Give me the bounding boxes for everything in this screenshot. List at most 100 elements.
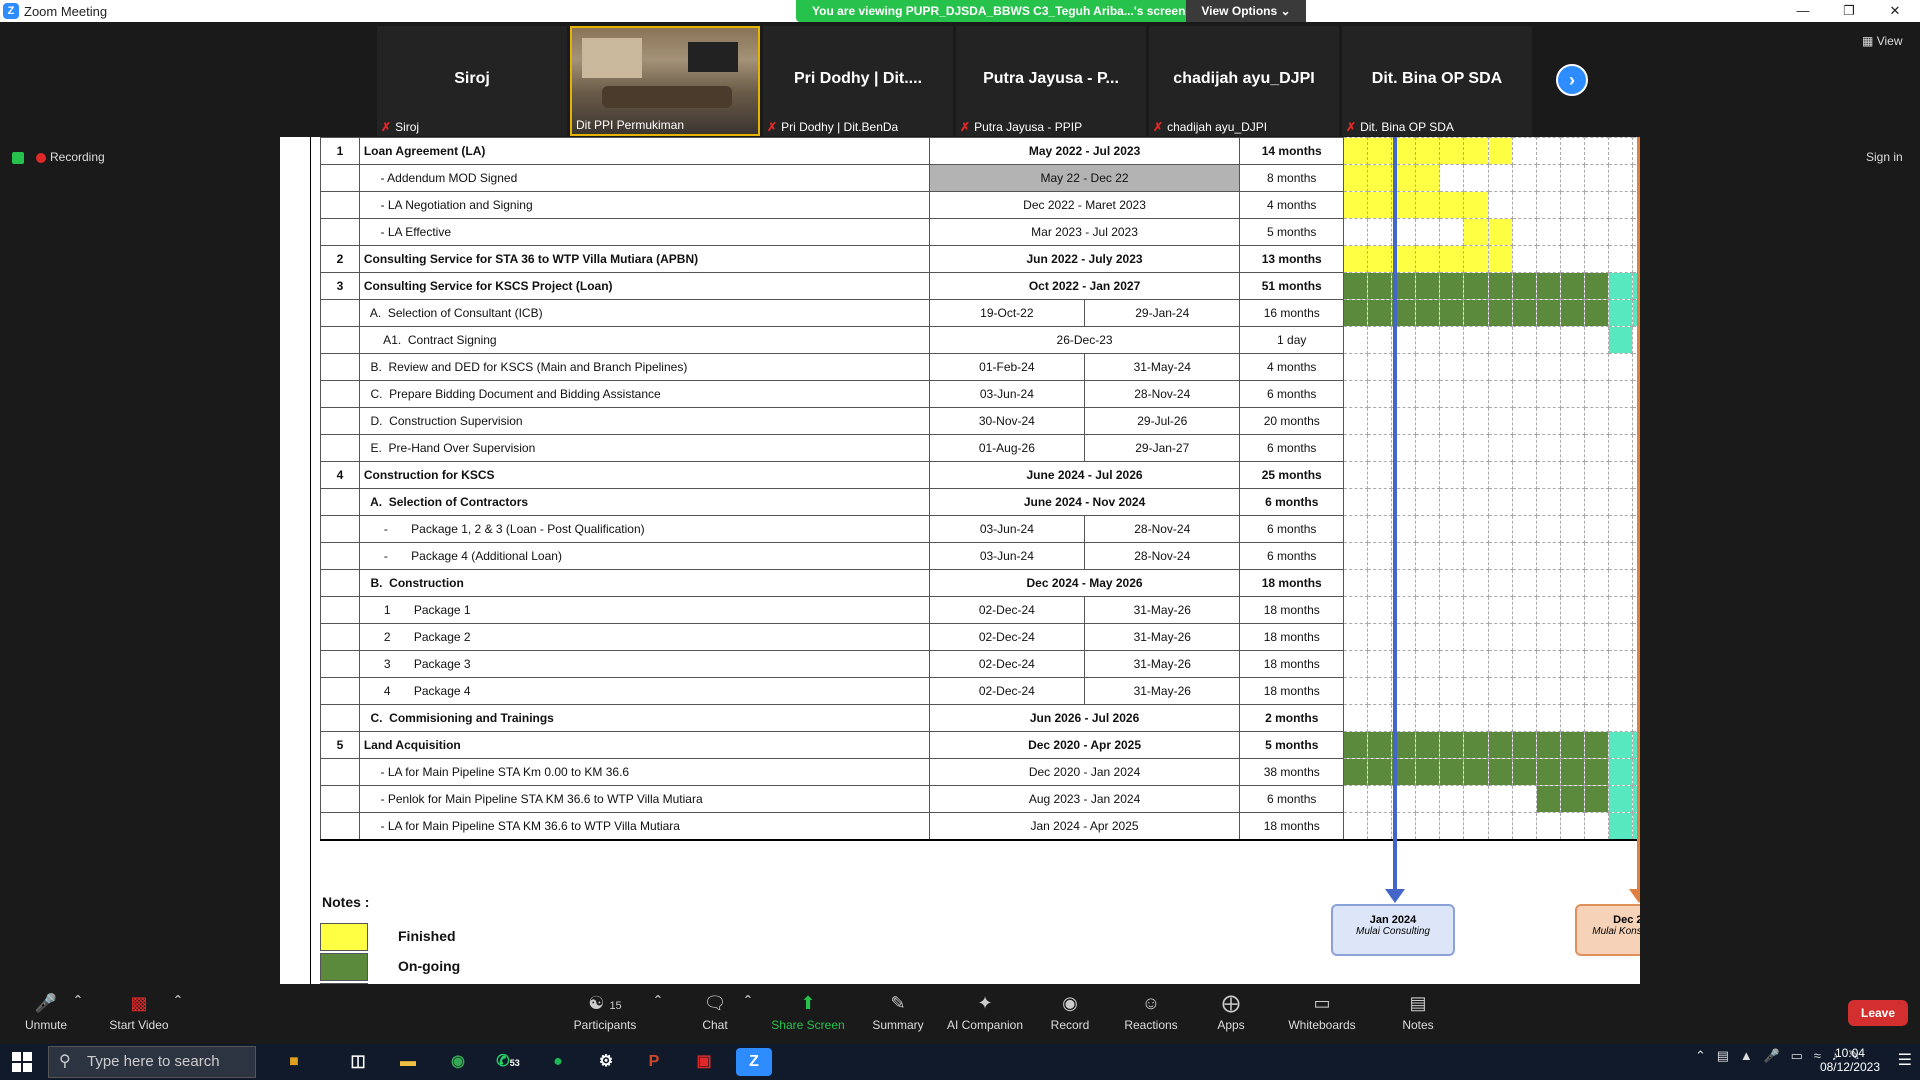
gantt-cell: [1583, 299, 1609, 327]
participants-options-chevron[interactable]: ˆ: [652, 984, 664, 1044]
gantt-cell: [1343, 569, 1369, 597]
gantt-cell: [1415, 515, 1441, 543]
taskbar-search-input[interactable]: ⚲ Type here to search: [48, 1046, 256, 1078]
restore-button[interactable]: ❐: [1826, 0, 1872, 22]
participant-name: Putra Jayusa - P...: [983, 70, 1119, 87]
unmute-button[interactable]: 🎤 Unmute: [16, 984, 76, 1044]
activity-description: B. Review and DED for KSCS (Main and Bra…: [358, 353, 930, 381]
folder-app-icon[interactable]: ■: [276, 1048, 312, 1076]
gantt-cell: [1415, 785, 1441, 813]
gantt-cell: [1487, 164, 1513, 192]
gantt-cell: [1583, 326, 1609, 354]
taskbar-clock[interactable]: 10:04 08/12/2023: [1820, 1046, 1880, 1074]
participant-tile[interactable]: Siroj ✗ Siroj: [377, 26, 567, 136]
audio-options-chevron[interactable]: ˆ: [72, 984, 84, 1044]
record-button[interactable]: ◉ Record: [1044, 984, 1096, 1044]
gantt-cell: [1559, 164, 1585, 192]
summary-button[interactable]: ✎ Summary: [866, 984, 930, 1044]
next-page-arrow-icon[interactable]: ›: [1556, 64, 1588, 96]
gantt-cell: [1415, 704, 1441, 732]
gantt-cell: [1463, 434, 1489, 462]
gantt-cell: [1511, 407, 1537, 435]
reactions-button[interactable]: ☺ Reactions: [1116, 984, 1186, 1044]
participant-tile[interactable]: Dit. Bina OP SDA ✗ Dit. Bina OP SDA: [1342, 26, 1532, 136]
view-button[interactable]: ▦ View: [1862, 34, 1902, 48]
tray-chevron-icon[interactable]: ⌃: [1695, 1048, 1706, 1063]
gantt-cell: [1559, 461, 1585, 489]
apps-button[interactable]: ⨁ Apps: [1206, 984, 1256, 1044]
gantt-cell: [1535, 650, 1561, 678]
whiteboards-button[interactable]: ▭ Whiteboards: [1282, 984, 1362, 1044]
participant-label-text: Dit PPI Permukiman: [576, 118, 685, 132]
gantt-cell: [1463, 650, 1489, 678]
schedule-row: - LA Negotiation and Signing Dec 2022 - M…: [320, 191, 1640, 219]
gantt-cell: [1583, 461, 1609, 489]
minimize-button[interactable]: —: [1780, 0, 1826, 22]
gantt-cell: [1511, 434, 1537, 462]
gantt-cell: [1535, 758, 1561, 786]
duration: 4 months: [1239, 353, 1345, 381]
duration: 5 months: [1239, 731, 1345, 759]
spotify-icon[interactable]: ●: [540, 1048, 576, 1076]
chat-button[interactable]: 🗨 Chat: [690, 984, 740, 1044]
chevron-up-icon: ˆ: [75, 993, 81, 1013]
sign-in-link[interactable]: Sign in: [1866, 150, 1903, 164]
battery-icon[interactable]: ▭: [1791, 1048, 1803, 1063]
end-date: 29-Jan-27: [1084, 434, 1241, 462]
powerpoint-icon[interactable]: P: [636, 1048, 672, 1076]
microphone-icon[interactable]: 🎤: [1764, 1048, 1780, 1063]
zoom-taskbar-icon[interactable]: Z: [736, 1048, 772, 1076]
gantt-cell: [1343, 758, 1369, 786]
activity-description: - LA Effective: [358, 218, 930, 246]
whatsapp-icon[interactable]: ✆53: [490, 1048, 526, 1076]
notes-button[interactable]: ▤ Notes: [1392, 984, 1444, 1044]
gantt-cell: [1535, 785, 1561, 813]
gantt-cell: [1583, 488, 1609, 516]
participant-tile[interactable]: Pri Dodhy | Dit.... ✗ Pri Dodhy | Dit.Ben…: [763, 26, 953, 136]
duration: 5 months: [1239, 218, 1345, 246]
share-screen-button[interactable]: ⬆ Share Screen: [768, 984, 848, 1044]
file-explorer-icon[interactable]: ▬: [390, 1048, 426, 1076]
schedule-row: - Package 1, 2 & 3 (Loan - Post Qualific…: [320, 515, 1640, 543]
leave-button[interactable]: Leave: [1848, 1000, 1908, 1026]
participant-label-text: chadijah ayu_DJPI: [1167, 120, 1268, 134]
windows-start-icon[interactable]: [12, 1052, 32, 1072]
task-view-icon[interactable]: ◫: [340, 1048, 376, 1076]
ai-companion-button[interactable]: ✦ AI Companion: [940, 984, 1030, 1044]
tray-app-icon[interactable]: ▲: [1740, 1048, 1753, 1063]
pdf-icon[interactable]: ▣: [686, 1048, 722, 1076]
gantt-cell: [1535, 245, 1561, 273]
gantt-cell: [1367, 515, 1393, 543]
gantt-cell: [1607, 623, 1633, 651]
activity-description: - LA Negotiation and Signing: [358, 191, 930, 219]
activity-description: Loan Agreement (LA): [358, 137, 930, 165]
row-number: [320, 326, 360, 354]
schedule-row: - Addendum MOD Signed May 22 - Dec 22 8 mo…: [320, 164, 1640, 192]
start-video-button[interactable]: ▩ Start Video: [102, 984, 176, 1044]
gantt-cell: [1367, 569, 1393, 597]
tray-app-icon[interactable]: ▤: [1717, 1048, 1729, 1063]
gantt-cell: [1343, 326, 1369, 354]
participant-tile[interactable]: chadijah ayu_DJPI ✗ chadijah ayu_DJPI: [1149, 26, 1339, 136]
chrome-icon[interactable]: ◉: [440, 1048, 476, 1076]
schedule-row: 2 Package 2 02-Dec-24 31-May-26 18 months: [320, 623, 1640, 651]
gantt-cell: [1415, 299, 1441, 327]
video-options-chevron[interactable]: ˆ: [172, 984, 184, 1044]
participant-video-tile[interactable]: Dit PPI Permukiman: [570, 26, 760, 136]
gantt-cell: [1415, 812, 1441, 841]
gantt-cell: [1439, 164, 1465, 192]
gantt-cell: [1559, 515, 1585, 543]
gantt-cell: [1583, 407, 1609, 435]
chat-icon: 🗨: [703, 993, 727, 1013]
chat-options-chevron[interactable]: ˆ: [742, 984, 754, 1044]
settings-gear-icon[interactable]: ⚙: [588, 1048, 624, 1076]
gantt-cell: [1439, 272, 1465, 300]
gantt-cell: [1607, 515, 1633, 543]
participant-tile[interactable]: Putra Jayusa - P... ✗ Putra Jayusa - PPIP: [956, 26, 1146, 136]
participants-button[interactable]: ☯ 15 Participants: [570, 984, 640, 1044]
view-options-button[interactable]: View Options ⌄: [1186, 0, 1306, 22]
schedule-row: 5 Land Acquisition Dec 2020 - Apr 2025 5 mo…: [320, 731, 1640, 759]
gantt-cell: [1511, 164, 1537, 192]
close-button[interactable]: ✕: [1872, 0, 1918, 22]
notification-icon[interactable]: ☰: [1898, 1050, 1912, 1070]
